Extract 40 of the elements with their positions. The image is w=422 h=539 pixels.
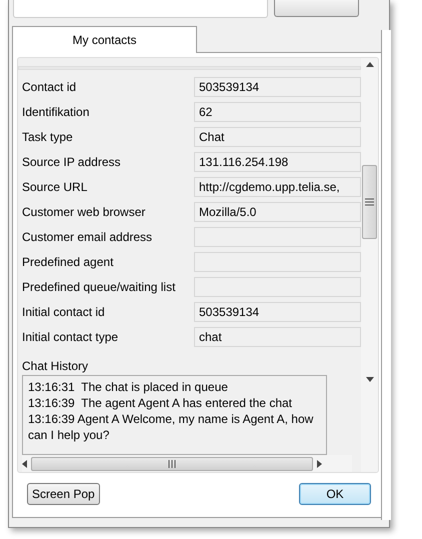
field-label: Customer email address — [22, 228, 154, 246]
scroll-thumb[interactable] — [362, 165, 377, 239]
scroll-down-icon[interactable] — [366, 377, 374, 382]
field-value[interactable]: 503539134 — [194, 76, 361, 96]
activate-button[interactable] — [274, 0, 359, 17]
chat-line: 13:16:31 The chat is placed in queue — [28, 379, 229, 395]
scroll-right-icon[interactable] — [316, 460, 322, 468]
field-label: Customer web browser — [22, 204, 146, 220]
grip-icon — [168, 460, 176, 468]
field-label: Task type — [22, 128, 74, 146]
field-value[interactable]: 503539134 — [194, 302, 361, 322]
field-value[interactable]: 62 — [194, 102, 361, 122]
chat-line: 13:16:39 Agent A Welcome, my name is Agent A, how can I help you? — [28, 411, 314, 443]
field-label: Predefined queue/waiting list — [22, 278, 176, 296]
horizontal-scrollbar[interactable] — [22, 455, 352, 472]
field-value[interactable]: http://cgdemo.upp.telia.se, — [194, 176, 361, 196]
field-label: Source IP address — [22, 154, 122, 170]
field-label: Initial contact type — [22, 328, 120, 346]
field-value[interactable]: Mozilla/5.0 — [194, 202, 361, 222]
grip-icon — [365, 198, 374, 206]
field-label: Source URL — [22, 178, 88, 196]
field-value[interactable]: Chat — [194, 126, 361, 146]
chat-history-label: Chat History — [22, 358, 90, 375]
vertical-scrollbar[interactable] — [361, 58, 378, 472]
field-label: Contact id — [22, 78, 78, 96]
field-value[interactable] — [194, 226, 361, 246]
field-value[interactable] — [194, 276, 361, 296]
scroll-up-icon[interactable] — [366, 62, 374, 67]
field-value[interactable]: chat — [194, 326, 361, 346]
field-value[interactable]: 131.116.254.198 — [194, 152, 361, 172]
field-label: Initial contact id — [22, 304, 106, 320]
tab[interactable]: My contacts — [12, 26, 197, 53]
screen-pop-button[interactable]: Screen Pop — [27, 483, 100, 505]
field-label: Identifikation — [22, 104, 90, 120]
field-label: Predefined agent — [22, 254, 114, 270]
scroll-left-icon[interactable] — [22, 460, 28, 468]
field-value[interactable] — [194, 252, 361, 272]
chat-line: 13:16:39 The agent Agent A has entered the chat — [28, 395, 293, 411]
ok-button[interactable]: OK — [299, 483, 371, 505]
scroll-thumb[interactable] — [31, 456, 313, 470]
